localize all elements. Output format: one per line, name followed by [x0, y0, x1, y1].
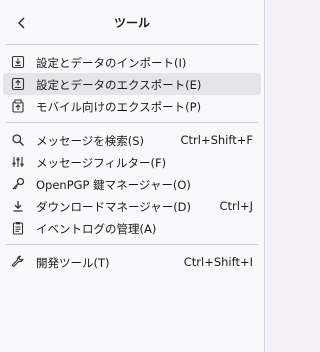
menu-item-label: 開発ツール(T)	[36, 256, 110, 270]
menu-group-import-export: 設定とデータのインポート(I) 設定とデータのエクスポート(E) モバイル向けの…	[0, 45, 264, 122]
menu-item-label: 設定とデータのインポート(I)	[36, 56, 187, 70]
wrench-icon	[10, 254, 26, 270]
menu-group-developer: 開発ツール(T) Ctrl+Shift+I	[0, 245, 264, 278]
log-icon	[10, 220, 26, 236]
key-icon	[10, 176, 26, 192]
menu-item-label: 設定とデータのエクスポート(E)	[36, 78, 202, 92]
tools-menu-panel: ツール 設定とデータのインポート(I) 設定とデータのエクスポート(E) モバイ…	[0, 0, 265, 352]
import-icon	[10, 54, 26, 70]
menu-item-label: モバイル向けのエクスポート(P)	[36, 100, 202, 114]
export-icon	[10, 76, 26, 92]
menu-item-shortcut: Ctrl+J	[219, 199, 254, 213]
mobile-export-icon	[10, 98, 26, 114]
menu-item-label: OpenPGP 鍵マネージャー(O)	[36, 178, 191, 192]
download-icon	[10, 198, 26, 214]
menu-item-import[interactable]: 設定とデータのインポート(I)	[3, 51, 261, 73]
menu-group-tools: メッセージを検索(S) Ctrl+Shift+F メッセージフィルター(F) O…	[0, 123, 264, 244]
menu-item-label: メッセージフィルター(F)	[36, 156, 167, 170]
menu-title: ツール	[113, 16, 150, 30]
menu-item-openpgp-key-manager[interactable]: OpenPGP 鍵マネージャー(O)	[3, 173, 261, 195]
menu-item-search-messages[interactable]: メッセージを検索(S) Ctrl+Shift+F	[3, 129, 261, 151]
menu-item-message-filters[interactable]: メッセージフィルター(F)	[3, 151, 261, 173]
menu-item-shortcut: Ctrl+Shift+I	[183, 255, 253, 269]
menu-item-label: ダウンロードマネージャー(D)	[36, 200, 192, 214]
menu-item-label: メッセージを検索(S)	[36, 134, 145, 148]
search-icon	[10, 132, 26, 148]
menu-item-download-manager[interactable]: ダウンロードマネージャー(D) Ctrl+J	[3, 195, 261, 217]
menu-item-shortcut: Ctrl+Shift+F	[180, 133, 254, 147]
menu-item-export[interactable]: 設定とデータのエクスポート(E)	[3, 73, 261, 95]
menu-header: ツール	[0, 0, 264, 44]
menu-item-developer-tools[interactable]: 開発ツール(T) Ctrl+Shift+I	[3, 251, 261, 273]
menu-item-mobile-export[interactable]: モバイル向けのエクスポート(P)	[3, 95, 261, 117]
filter-icon	[10, 154, 26, 170]
menu-item-event-log[interactable]: イベントログの管理(A)	[3, 217, 261, 239]
menu-item-label: イベントログの管理(A)	[36, 222, 157, 236]
